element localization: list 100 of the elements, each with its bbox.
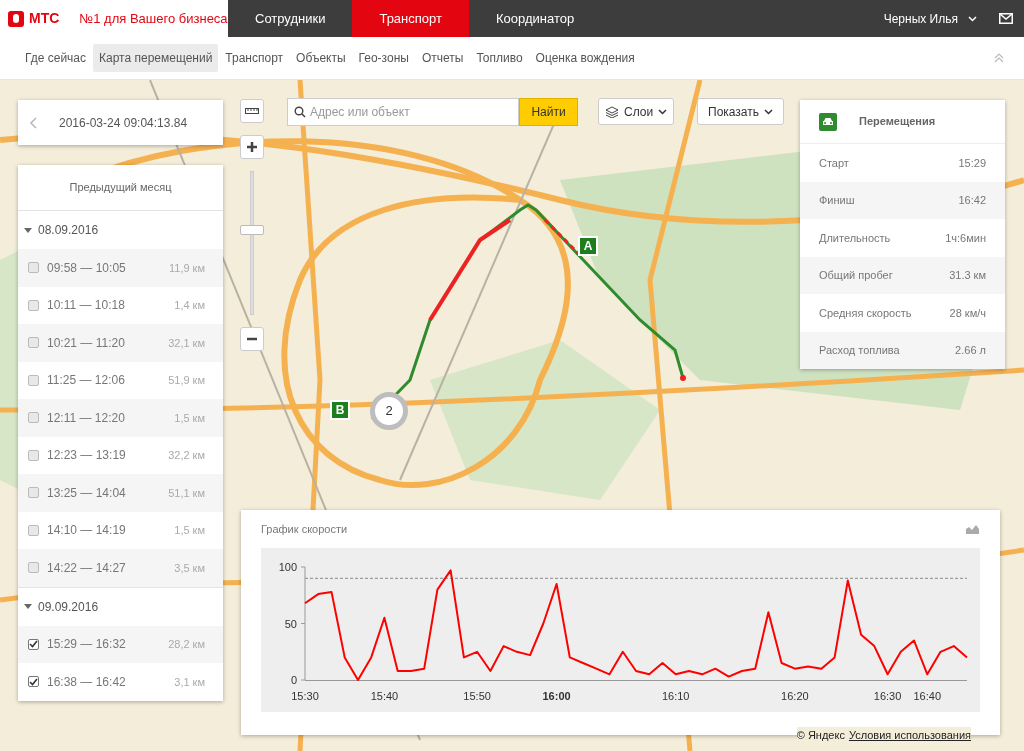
summary-label: Финиш — [819, 193, 855, 208]
x-tick-label: 16:20 — [781, 689, 809, 704]
trip-time: 11:25 — 12:06 — [47, 372, 125, 390]
subnav-item[interactable]: Отчеты — [415, 44, 470, 72]
route-point-marker[interactable]: A — [578, 236, 598, 256]
zoom-in-button[interactable] — [240, 135, 264, 159]
subnav-item[interactable]: Топливо — [470, 44, 529, 72]
date-group-header[interactable]: 09.09.2016 — [18, 587, 223, 626]
expand-caret-icon — [24, 604, 32, 609]
trip-distance: 28,2 км — [168, 637, 205, 652]
chart-title: График скорости — [261, 521, 348, 537]
period-title: Предыдущий месяц — [69, 180, 172, 196]
trip-row[interactable]: 13:25 — 14:04 51,1 км — [18, 474, 223, 512]
terms-link[interactable]: Условия использования — [848, 726, 971, 743]
trip-checkbox[interactable] — [28, 638, 39, 650]
search-input[interactable]: Адрес или объект — [310, 103, 518, 121]
ruler-button[interactable] — [240, 99, 264, 123]
y-tick-label: 0 — [290, 674, 297, 686]
route-point-marker[interactable]: B — [330, 400, 350, 420]
nav-tab[interactable]: Транспорт — [352, 0, 469, 37]
zoom-thumb[interactable] — [240, 224, 264, 235]
trip-checkbox[interactable] — [28, 374, 39, 386]
y-tick-label: 50 — [284, 617, 297, 630]
trip-row[interactable]: 15:29 — 16:32 28,2 км — [18, 625, 223, 663]
trip-distance: 11,9 км — [168, 260, 205, 276]
trip-row[interactable]: 12:23 — 13:19 32,2 км — [18, 436, 223, 474]
layers-button[interactable]: Слои — [598, 98, 675, 125]
trip-distance: 51,9 км — [168, 373, 205, 388]
trip-row[interactable]: 09:58 — 10:05 11,9 км — [18, 249, 223, 287]
trip-distance: 1,5 км — [174, 523, 205, 538]
nav-tab[interactable]: Сотрудники — [228, 0, 353, 37]
trip-checkbox[interactable] — [28, 524, 39, 536]
trip-checkbox[interactable] — [28, 449, 39, 461]
subnav-item[interactable]: Транспорт — [219, 44, 290, 72]
trip-checkbox[interactable] — [28, 412, 39, 424]
trip-time: 09:58 — 10:05 — [47, 259, 126, 277]
date-text: 2016-03-24 09:04:13.84 — [59, 114, 188, 132]
plus-icon — [246, 141, 258, 153]
trip-distance: 3,5 км — [174, 560, 205, 576]
summary-title: Перемещения — [859, 114, 936, 130]
x-tick-label: 15:50 — [463, 689, 491, 704]
show-button[interactable]: Показать — [697, 98, 784, 125]
trip-checkbox[interactable] — [28, 262, 39, 274]
summary-label: Длительность — [819, 230, 891, 246]
collapse-icon[interactable] — [994, 53, 1004, 63]
trip-time: 10:11 — 10:18 — [47, 297, 125, 315]
area-chart-icon[interactable] — [966, 524, 980, 534]
summary-label: Общий пробег — [819, 268, 893, 283]
trip-time: 12:11 — 12:20 — [47, 409, 125, 427]
trip-checkbox[interactable] — [28, 562, 39, 574]
trip-distance: 32,1 км — [168, 335, 205, 351]
trip-distance: 1,4 км — [174, 298, 205, 313]
nav-tab[interactable]: Координатор — [468, 0, 602, 37]
trip-checkbox[interactable] — [28, 337, 39, 349]
copyright-text: © Яндекс — [796, 727, 845, 743]
trip-row[interactable]: 11:25 — 12:06 51,9 км — [18, 361, 223, 399]
summary-value: 16:42 — [958, 193, 986, 208]
summary-value: 15:29 — [958, 155, 986, 171]
chevron-down-icon — [658, 108, 668, 115]
find-button[interactable]: Найти — [519, 98, 578, 126]
summary-label: Расход топлива — [819, 343, 900, 358]
trip-checkbox[interactable] — [28, 676, 39, 688]
trip-row[interactable]: 10:21 — 11:20 32,1 км — [18, 324, 223, 362]
subnav-item[interactable]: Оценка вождения — [529, 44, 641, 72]
user-menu[interactable]: Черных Илья — [883, 0, 977, 37]
chevron-down-icon — [968, 15, 977, 22]
trip-row[interactable]: 14:22 — 14:27 3,5 км — [18, 549, 223, 587]
trip-row[interactable]: 12:11 — 12:20 1,5 км — [18, 399, 223, 437]
summary-label: Старт — [819, 155, 849, 171]
subnav-item[interactable]: Где сейчас — [19, 44, 92, 72]
mail-icon[interactable] — [999, 13, 1013, 24]
trip-time: 16:38 — 16:42 — [47, 673, 126, 691]
ruler-icon — [245, 108, 259, 114]
zoom-out-button[interactable] — [240, 327, 264, 351]
trip-distance: 1,5 км — [174, 410, 205, 426]
layers-icon — [605, 105, 619, 118]
summary-value: 28 км/ч — [949, 305, 986, 321]
subnav-item[interactable]: Объекты — [290, 44, 352, 72]
trip-distance: 32,2 км — [168, 448, 205, 463]
search-field[interactable]: Адрес или объект — [287, 98, 519, 126]
trip-row[interactable]: 14:10 — 14:19 1,5 км — [18, 511, 223, 549]
trip-time: 15:29 — 16:32 — [47, 636, 126, 654]
summary-value: 2.66 л — [955, 343, 986, 358]
trip-checkbox[interactable] — [28, 299, 39, 311]
expand-caret-icon — [24, 227, 32, 233]
date-group-header[interactable]: 08.09.2016 — [18, 211, 223, 249]
trip-time: 13:25 — 14:04 — [47, 484, 126, 502]
minus-icon — [246, 337, 258, 341]
trip-row[interactable]: 10:11 — 10:18 1,4 км — [18, 286, 223, 324]
y-tick-label: 100 — [278, 561, 297, 573]
subnav-item[interactable]: Гео-зоны — [352, 44, 415, 72]
mts-logo: МТС — [8, 8, 60, 29]
x-tick-label: 16:10 — [661, 689, 690, 704]
trip-row[interactable]: 16:38 — 16:42 3,1 км — [18, 663, 223, 701]
trip-time: 12:23 — 13:19 — [47, 447, 126, 465]
chevron-down-icon — [764, 108, 773, 115]
subnav-item[interactable]: Карта перемещений — [93, 44, 219, 72]
x-tick-label: 15:30 — [291, 689, 319, 704]
trip-distance: 3,1 км — [174, 674, 205, 690]
trip-checkbox[interactable] — [28, 487, 39, 499]
